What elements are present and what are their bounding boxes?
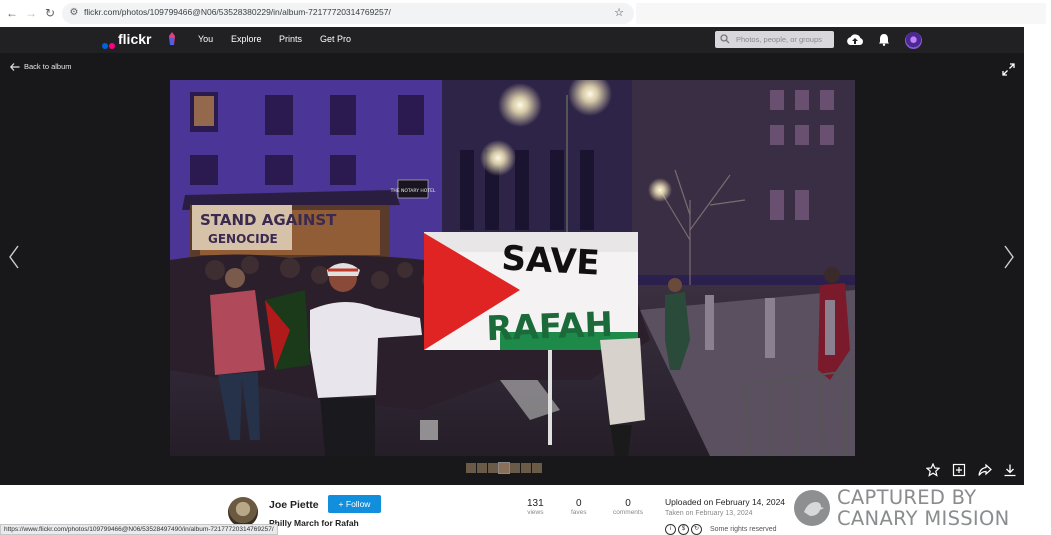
filmstrip-thumb[interactable] [477, 463, 487, 473]
cc-sharealike-icon: ↻ [691, 524, 702, 535]
search-icon [720, 34, 730, 44]
download-icon[interactable] [1003, 463, 1017, 477]
share-icon[interactable] [978, 463, 992, 477]
follow-button-label: Follow [345, 499, 371, 509]
search-input[interactable]: Photos, people, or groups [715, 31, 834, 48]
svg-text:GENOCIDE: GENOCIDE [208, 232, 278, 246]
browser-toolbar: ← → ↻ ⚙ flickr.com/photos/109799466@N06/… [0, 0, 1051, 27]
photo-title: Philly March for Rafah [269, 518, 359, 528]
flickr-header: flickr You Explore Prints Get Pro Photos… [0, 27, 1024, 53]
main-photo: STAND AGAINST GENOCIDE THE NOTARY HOTEL [170, 80, 855, 456]
back-arrow-icon[interactable]: ← [5, 6, 19, 20]
notification-bell-icon[interactable] [878, 33, 890, 46]
owner-name[interactable]: Joe Piette [269, 499, 319, 511]
stat-views-label: views [527, 509, 544, 516]
nav-prints[interactable]: Prints [279, 34, 302, 44]
banner-text-rafah: RAFAH [486, 305, 614, 349]
watermark-line-2: CANARY MISSION [837, 507, 1010, 530]
stat-comments: 0 comments [613, 498, 643, 516]
photo-viewer: Back to album STAND AGAINST GENOCIDE THE… [0, 53, 1024, 485]
fullscreen-expand-icon[interactable] [1002, 63, 1015, 76]
upload-cloud-icon[interactable] [846, 33, 864, 46]
nav-explore[interactable]: Explore [231, 34, 262, 44]
license-text[interactable]: Some rights reserved [710, 526, 777, 533]
flickr-logo[interactable]: flickr [118, 31, 151, 47]
back-arrow-icon [10, 62, 20, 71]
browser-extension-area [636, 3, 1046, 24]
svg-text:THE NOTARY HOTEL: THE NOTARY HOTEL [390, 188, 436, 194]
canary-bird-logo-icon [794, 490, 830, 526]
filmstrip-thumb[interactable] [488, 463, 498, 473]
user-avatar[interactable] [905, 32, 922, 49]
taken-date: Taken on February 13, 2024 [665, 510, 753, 517]
reload-icon[interactable]: ↻ [43, 6, 57, 20]
address-bar[interactable]: ⚙ flickr.com/photos/109799466@N06/535283… [62, 3, 634, 24]
uploaded-date: Uploaded on February 14, 2024 [665, 497, 786, 507]
flickr-logo-dots[interactable] [102, 36, 116, 54]
cc-noncommercial-icon: $ [678, 524, 689, 535]
photo-filmstrip [466, 462, 542, 474]
forward-arrow-icon[interactable]: → [24, 6, 38, 20]
stat-views-value: 131 [527, 498, 544, 509]
url-text: flickr.com/photos/109799466@N06/53528380… [84, 7, 391, 17]
stat-faves-label: faves [571, 509, 587, 516]
filmstrip-thumb[interactable] [466, 463, 476, 473]
stat-comments-value: 0 [625, 498, 631, 509]
stat-faves-value: 0 [575, 498, 582, 509]
nav-get-pro[interactable]: Get Pro [320, 34, 351, 44]
cc-attribution-icon: i [665, 524, 676, 535]
filmstrip-thumb-current[interactable] [498, 462, 510, 474]
follow-button[interactable]: + Follow [328, 495, 381, 513]
stat-comments-label: comments [613, 509, 643, 516]
site-settings-icon[interactable]: ⚙ [68, 7, 80, 19]
fave-star-icon[interactable] [926, 463, 940, 477]
stat-views: 131 views [527, 498, 544, 516]
watermark-line-1: CAPTURED BY [837, 486, 977, 509]
banner-text-save: SAVE [501, 238, 601, 283]
owner-avatar[interactable] [228, 497, 258, 527]
add-to-album-icon[interactable] [952, 463, 966, 477]
nav-you[interactable]: You [198, 34, 213, 44]
svg-text:STAND AGAINST: STAND AGAINST [200, 211, 337, 229]
back-to-album-label: Back to album [24, 62, 72, 71]
license-icons[interactable]: i $ ↻ [665, 524, 702, 535]
pro-badge-icon[interactable] [168, 32, 176, 46]
status-bar-url: https://www.flickr.com/photos/109799466@… [0, 524, 278, 535]
search-placeholder: Photos, people, or groups [736, 35, 822, 44]
filmstrip-thumb[interactable] [532, 463, 542, 473]
stat-faves: 0 faves [571, 498, 587, 516]
next-photo-icon[interactable] [1003, 245, 1015, 269]
bookmark-star-icon[interactable]: ☆ [614, 6, 624, 19]
canary-mission-watermark: CAPTURED BY CANARY MISSION [792, 487, 1051, 533]
filmstrip-thumb[interactable] [510, 463, 520, 473]
filmstrip-thumb[interactable] [521, 463, 531, 473]
back-to-album-link[interactable]: Back to album [10, 62, 72, 71]
previous-photo-icon[interactable] [8, 245, 20, 269]
